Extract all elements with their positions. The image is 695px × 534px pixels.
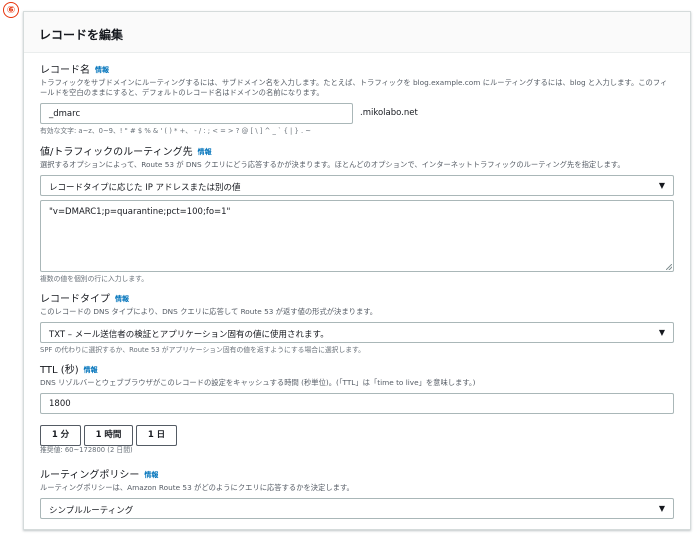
routing-policy-select[interactable]: シンプルルーティング ▼ [40, 498, 674, 519]
routing-policy-info-link[interactable]: 情報 [144, 471, 158, 479]
edit-record-panel: レコードを編集 レコード名 情報 トラフィックをサブドメインにルーティングするには… [23, 11, 691, 530]
record-type-description: このレコードの DNS タイプにより、DNS クエリに応答して Route 53… [40, 307, 378, 316]
record-name-field: レコード名 情報 トラフィックをサブドメインにルーティングするには、サブドメイン名… [40, 64, 674, 136]
record-name-input[interactable]: _dmarc [40, 103, 353, 124]
record-name-allowed-chars: 有効な文字: a~z、0~9、! " # $ % & ' ( ) * +、 - … [40, 127, 311, 135]
record-type-field: レコードタイプ 情報 このレコードの DNS タイプにより、DNS クエリに応答し… [40, 293, 674, 355]
step-number-badge: ⑥ [3, 2, 19, 18]
record-type-label: レコードタイプ [40, 294, 110, 305]
routing-target-description: 選択するオプションによって、Route 53 が DNS クエリにどう応答するか… [40, 160, 625, 169]
panel-title: レコードを編集 [39, 28, 124, 42]
caret-down-icon: ▼ [658, 328, 665, 337]
record-type-selected: TXT – メール送信者の検証とアプリケーション固有の値に使用されます。 [49, 330, 329, 340]
routing-target-hint: 複数の値を個別の行に入力します。 [40, 275, 149, 283]
routing-policy-description: ルーティングポリシーは、Amazon Route 53 がどのようにクエリに応答… [40, 483, 354, 492]
routing-policy-selected: シンプルルーティング [49, 506, 134, 516]
panel-header [24, 12, 690, 53]
ttl-input[interactable]: 1800 [40, 393, 674, 414]
record-name-description: トラフィックをサブドメインにルーティングするには、サブドメイン名を入力します。た… [40, 78, 668, 97]
ttl-1-day-button[interactable]: 1 日 [136, 425, 177, 446]
record-type-select[interactable]: TXT – メール送信者の検証とアプリケーション固有の値に使用されます。 ▼ [40, 322, 674, 343]
routing-target-info-link[interactable]: 情報 [198, 148, 212, 156]
caret-down-icon: ▼ [658, 181, 665, 190]
routing-target-select[interactable]: レコードタイプに応じた IP アドレスまたは別の値 ▼ [40, 175, 674, 196]
ttl-1-minute-button[interactable]: 1 分 [40, 425, 81, 446]
caret-down-icon: ▼ [658, 504, 665, 513]
record-type-hint: SPF の代わりに選択するか、Route 53 がアプリケーション固有の値を返す… [40, 346, 365, 354]
routing-target-selected: レコードタイプに応じた IP アドレスまたは別の値 [49, 183, 241, 193]
ttl-hint: 推奨値: 60~172800 (2 日間) [40, 446, 133, 454]
record-type-info-link[interactable]: 情報 [115, 295, 129, 303]
record-name-info-link[interactable]: 情報 [95, 66, 109, 74]
record-name-label: レコード名 [40, 65, 90, 76]
routing-policy-field: ルーティングポリシー 情報 ルーティングポリシーは、Amazon Route 53… [40, 469, 674, 519]
domain-suffix: .mikolabo.net [360, 108, 418, 118]
record-value-textarea[interactable]: "v=DMARC1;p=quarantine;pct=100;fo=1" [40, 200, 674, 272]
resize-handle-icon[interactable] [666, 264, 672, 270]
record-value-text: "v=DMARC1;p=quarantine;pct=100;fo=1" [49, 207, 231, 217]
ttl-field: TTL (秒) 情報 DNS リゾルバーとウェブブラウザがこのレコードの設定をキャ… [40, 364, 674, 455]
ttl-description: DNS リゾルバーとウェブブラウザがこのレコードの設定をキャッシュする時間 (秒… [40, 378, 476, 387]
ttl-preset-buttons: 1 分1 時間 1 日 [40, 422, 674, 446]
ttl-label: TTL (秒) [40, 365, 79, 376]
routing-policy-label: ルーティングポリシー [40, 470, 140, 481]
ttl-info-link[interactable]: 情報 [84, 366, 98, 374]
ttl-1-hour-button[interactable]: 1 時間 [84, 425, 133, 446]
routing-target-label: 値/トラフィックのルーティング先 [40, 147, 193, 158]
routing-target-field: 値/トラフィックのルーティング先 情報 選択するオプションによって、Route 5… [40, 146, 674, 284]
